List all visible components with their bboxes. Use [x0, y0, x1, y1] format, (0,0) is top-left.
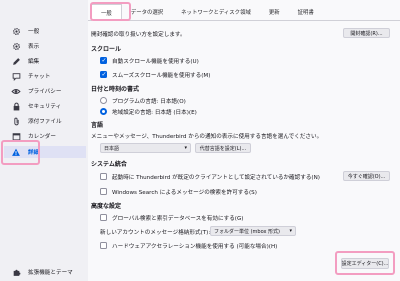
sidebar-item-chat[interactable]: チャット — [4, 70, 86, 82]
sidebar-item-label: 一般 — [28, 29, 40, 35]
tab-label: 更新 — [268, 10, 280, 16]
scrollbar[interactable] — [396, 20, 400, 281]
storage-format-value: フォルダー単位 (mbox 形式) — [214, 228, 280, 235]
tab-update[interactable]: 更新 — [260, 4, 289, 20]
scrolling-heading: スクロール — [91, 46, 122, 53]
sidebar-item-general[interactable]: 一般 — [4, 25, 86, 37]
sidebar-item-label: 編集 — [28, 59, 40, 65]
sidebar-item-label: セキュリティ — [28, 104, 62, 110]
tab-general[interactable]: 一般 — [91, 4, 122, 21]
calendar-icon — [10, 130, 22, 142]
sidebar-item-label: 添付ファイル — [28, 119, 62, 125]
paperclip-icon — [10, 115, 22, 127]
sidebar-item-privacy[interactable]: プライバシー — [4, 85, 86, 97]
hardware-accel-label: ハードウェアアクセラレーション機能を使用する (可能な場合)(H) — [112, 244, 278, 250]
windows-search-checkbox[interactable] — [100, 188, 107, 195]
sidebar-item-label: プライバシー — [28, 89, 62, 95]
sidebar-item-label: 表示 — [28, 44, 40, 50]
tab-label: データの選択 — [130, 10, 164, 16]
gear-icon — [10, 40, 22, 52]
sidebar-item-display[interactable]: 表示 — [4, 40, 86, 52]
language-select[interactable]: 日本語 ▾ — [100, 143, 191, 153]
tab-data-choices[interactable]: データの選択 — [122, 4, 172, 20]
language-select-value: 日本語 — [104, 145, 120, 152]
sidebar-item-addons[interactable]: 拡張機能とテーマ — [4, 266, 86, 278]
storage-format-select[interactable]: フォルダー単位 (mbox 形式) ▾ — [210, 226, 296, 236]
sidebar-item-compose[interactable]: 編集 — [4, 55, 86, 67]
tab-network[interactable]: ネットワークとディスク領域 — [172, 4, 260, 20]
default-client-checkbox[interactable] — [100, 173, 107, 180]
sidebar-item-advanced[interactable]: 詳細 — [4, 146, 86, 158]
autoscroll-label: 自動スクロール機能を使用する(U) — [112, 59, 199, 65]
sidebar: 一般 表示 編集 チャット プライバシー セキュリティ 添付ファイル カレンダー… — [0, 0, 88, 281]
autoscroll-checkbox[interactable] — [100, 57, 107, 64]
tabs-divider — [88, 20, 400, 21]
windows-search-label: Windows Search によるメッセージの検索を許可する(S) — [112, 190, 257, 196]
regional-locale-radio[interactable] — [100, 108, 107, 115]
eye-icon — [10, 85, 22, 97]
hardware-accel-checkbox[interactable] — [100, 242, 107, 249]
chat-icon — [10, 70, 22, 82]
tab-certificates[interactable]: 証明書 — [289, 4, 323, 20]
sidebar-item-security[interactable]: セキュリティ — [4, 100, 86, 112]
receipts-button[interactable]: 開封確認(R)... — [343, 28, 390, 38]
sidebar-item-label: チャット — [28, 74, 51, 80]
app-locale-label: プログラムの言語: 日本語(O) — [112, 99, 186, 105]
tab-label: 証明書 — [297, 10, 314, 16]
language-heading: 言語 — [91, 122, 104, 129]
default-client-label: 起動時に Thunderbird が既定のクライアントとして設定されているか確認… — [112, 175, 320, 181]
lock-icon — [10, 100, 22, 112]
check-now-button[interactable]: 今すぐ確認(O)... — [343, 171, 390, 181]
system-integration-heading: システム統合 — [91, 161, 127, 168]
app-locale-radio[interactable] — [100, 97, 107, 104]
gear-icon — [10, 25, 22, 37]
config-editor-button[interactable]: 設定エディター(C)... — [341, 258, 389, 269]
main-panel: 一般 データの選択 ネットワークとディスク領域 更新 証明書 — [88, 0, 400, 281]
tab-bar: 一般 データの選択 ネットワークとディスク領域 更新 証明書 — [91, 4, 323, 21]
alternative-languages-button[interactable]: 代替言語を設定(L)... — [195, 143, 251, 153]
puzzle-icon — [10, 266, 22, 278]
tab-label: 一般 — [101, 11, 112, 17]
receipts-description: 開封確認の取り扱い方を設定します。 — [91, 32, 186, 38]
smooth-scroll-label: スムーズスクロール機能を使用する(M) — [112, 73, 211, 79]
datetime-heading: 日付と時刻の書式 — [91, 86, 140, 93]
storage-format-label: 新しいアカウントのメッセージ格納形式(T): — [100, 230, 211, 236]
global-search-checkbox[interactable] — [100, 214, 107, 221]
chevron-down-icon: ▾ — [184, 145, 187, 151]
advanced-config-heading: 高度な設定 — [91, 203, 122, 210]
sidebar-item-label: カレンダー — [28, 134, 56, 140]
warning-icon — [10, 146, 22, 158]
sidebar-item-label: 詳細 — [28, 150, 40, 156]
chevron-down-icon: ▾ — [289, 228, 292, 234]
global-search-label: グローバル検索と索引データベースを有効にする(G) — [112, 216, 244, 222]
smooth-scroll-checkbox[interactable] — [100, 71, 107, 78]
sidebar-item-label: 拡張機能とテーマ — [28, 270, 73, 276]
pencil-icon — [10, 55, 22, 67]
sidebar-item-attachments[interactable]: 添付ファイル — [4, 115, 86, 127]
sidebar-item-calendar[interactable]: カレンダー — [4, 130, 86, 142]
tab-label: ネットワークとディスク領域 — [181, 10, 251, 16]
language-description: メニューやメッセージ、Thunderbird からの通知の表示に使用する言語を選… — [91, 134, 323, 140]
regional-locale-label: 地域設定の言語: 日本語 (日本)(E) — [112, 110, 197, 116]
